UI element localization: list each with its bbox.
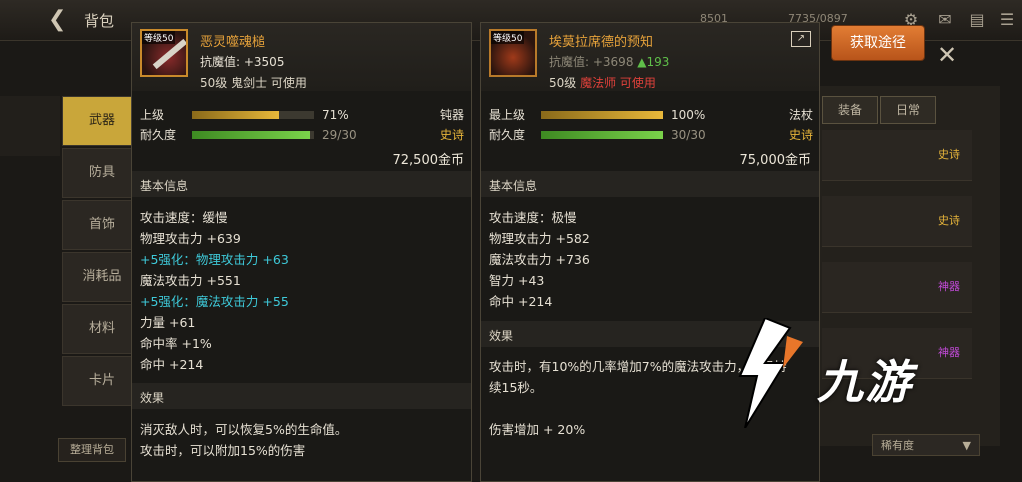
effect-line: 消灭敌人时，可以恢复5%的生命值。 — [140, 422, 348, 437]
watermark-logo: 九游 — [735, 318, 985, 433]
close-icon[interactable]: ✕ — [934, 42, 960, 68]
price: 72,500金币 — [392, 153, 465, 168]
durability-bar — [541, 131, 663, 139]
grade-bar — [541, 111, 663, 119]
rarity-badge: 史诗 — [938, 214, 960, 227]
left-edge-panel — [0, 96, 60, 156]
stat-line: 魔法攻击力 +736 — [489, 252, 590, 267]
grade-row: 最上级 100% 法杖 — [489, 107, 813, 123]
arrow-left-icon[interactable]: ❮ — [48, 8, 78, 32]
inventory-sidebar: 武器 防具 首饰 消耗品 材料 卡片 — [62, 96, 142, 446]
section-header: 基本信息 — [481, 171, 819, 197]
rarity-badge: 神器 — [938, 280, 960, 293]
section-title: 基本信息 — [489, 179, 538, 193]
item-name: 恶灵噬魂槌 — [200, 35, 266, 50]
section-header: 基本信息 — [132, 171, 471, 197]
effect-line: 攻击时，可以附加15%的伤害 — [140, 443, 306, 458]
rarity-label: 史诗 — [439, 128, 464, 142]
usage-class: 魔法师 可使用 — [580, 76, 656, 90]
menu-icon[interactable]: ☰ — [996, 10, 1018, 30]
sort-select[interactable]: 稀有度 ▼ — [872, 434, 980, 456]
enhance-line: +5强化：魔法攻击力 +55 — [140, 294, 289, 309]
rarity-badge: 史诗 — [938, 148, 960, 161]
resist-value: 抗魔值: +3698 ▲193 — [549, 53, 669, 70]
stat-line: 物理攻击力 +582 — [489, 231, 590, 246]
item-name: 埃莫拉席德的预知 — [549, 35, 654, 50]
level-badge: 等级50 — [491, 31, 525, 44]
section-title: 基本信息 — [140, 179, 189, 193]
item-tooltip-equipped: 等级50 恶灵噬魂槌 抗魔值: +3505 50级 鬼剑士 可使用 上级 71%… — [131, 22, 472, 482]
grade-row: 上级 71% 钝器 — [140, 107, 464, 123]
mail-icon[interactable]: ✉ — [934, 10, 956, 30]
durability-label: 耐久度 — [140, 128, 177, 142]
resist-delta: ▲193 — [637, 55, 670, 69]
durability-value: 29/30 — [322, 128, 357, 142]
share-icon[interactable]: ↗ — [791, 31, 811, 47]
durability-value: 30/30 — [671, 128, 706, 142]
stat-line: 命中 +214 — [489, 294, 553, 309]
sort-value: 稀有度 — [881, 439, 914, 452]
chat-icon[interactable]: ▤ — [966, 10, 988, 30]
durability-row: 耐久度 29/30 史诗 — [140, 127, 464, 143]
price: 75,000金币 — [739, 153, 812, 168]
section-title: 效果 — [140, 391, 165, 405]
tooltip-header: 等级50 恶灵噬魂槌 抗魔值: +3505 50级 鬼剑士 可使用 — [132, 23, 471, 91]
grade-label: 最上级 — [489, 108, 526, 122]
usage-requirement: 50级 鬼剑士 可使用 — [200, 76, 307, 90]
chevron-down-icon: ▼ — [962, 439, 971, 452]
weapon-type: 钝器 — [439, 108, 464, 122]
sort-inventory-button[interactable]: 整理背包 — [58, 438, 126, 462]
level-badge: 等级50 — [142, 31, 176, 44]
effect-line: 续15秒。 — [489, 380, 543, 395]
list-item[interactable]: 神器 — [822, 262, 972, 313]
effect-line: 伤害增加 + 20% — [489, 422, 586, 437]
sidebar-tab-accessories[interactable]: 首饰 — [62, 200, 142, 250]
sidebar-tab-armor[interactable]: 防具 — [62, 148, 142, 198]
resist-value: 抗魔值: +3505 — [200, 55, 285, 69]
sidebar-tab-consumables[interactable]: 消耗品 — [62, 252, 142, 302]
stat-line: 攻击速度：缓慢 — [140, 210, 228, 225]
jiuyou-logo-icon — [738, 318, 803, 428]
rarity-label: 史诗 — [788, 128, 813, 142]
durability-label: 耐久度 — [489, 128, 526, 142]
weapon-type: 法杖 — [788, 108, 813, 122]
stat-line: 魔法攻击力 +551 — [140, 273, 241, 288]
tab-equipment[interactable]: 装备 — [822, 96, 878, 124]
stat-line: 物理攻击力 +639 — [140, 231, 241, 246]
get-source-button[interactable]: 获取途径 — [832, 26, 924, 60]
sidebar-tab-cards[interactable]: 卡片 — [62, 356, 142, 406]
watermark-text: 九游 — [817, 355, 913, 409]
stat-line: 攻击速度：极慢 — [489, 210, 577, 225]
section-header: 效果 — [132, 383, 471, 409]
grade-bar — [192, 111, 314, 119]
grade-percent: 71% — [322, 108, 349, 122]
durability-bar — [192, 131, 314, 139]
resist-text: 抗魔值: +3698 — [549, 55, 634, 69]
enhance-line: +5强化：物理攻击力 +63 — [140, 252, 289, 267]
section-title: 效果 — [489, 329, 514, 343]
durability-row: 耐久度 30/30 史诗 — [489, 127, 813, 143]
usage-requirement: 50级 魔法师 可使用 — [549, 74, 656, 91]
grade-label: 上级 — [140, 108, 165, 122]
staff-icon: 等级50 — [489, 29, 537, 77]
page-title: 背包 — [84, 12, 115, 30]
tooltip-header: 等级50 埃莫拉席德的预知 抗魔值: +3698 ▲193 50级 魔法师 可使… — [481, 23, 819, 91]
grade-percent: 100% — [671, 108, 706, 122]
list-item[interactable]: 史诗 — [822, 130, 972, 181]
usage-level: 50级 — [549, 76, 577, 90]
tab-daily[interactable]: 日常 — [880, 96, 936, 124]
sidebar-tab-weapons[interactable]: 武器 — [62, 96, 142, 146]
hammer-icon: 等级50 — [140, 29, 188, 77]
list-item[interactable]: 史诗 — [822, 196, 972, 247]
stat-line: 力量 +61 — [140, 315, 196, 330]
sidebar-tab-materials[interactable]: 材料 — [62, 304, 142, 354]
stat-line: 智力 +43 — [489, 273, 545, 288]
stat-line: 命中 +214 — [140, 357, 204, 372]
stat-line: 命中率 +1% — [140, 336, 212, 351]
